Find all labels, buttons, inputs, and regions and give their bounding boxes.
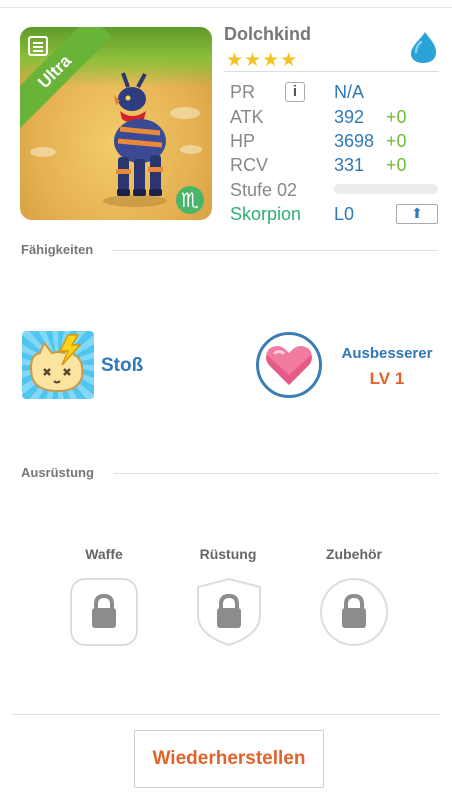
stat-label: RCV bbox=[230, 155, 269, 175]
star-rating: ★★★★ bbox=[226, 49, 299, 71]
stat-label: ATK bbox=[230, 107, 264, 127]
stat-label: PR bbox=[230, 82, 256, 102]
stone-decoration bbox=[180, 145, 202, 154]
up-arrow-icon: ⬆ bbox=[411, 206, 423, 222]
section-divider bbox=[112, 250, 438, 251]
monster-sprite bbox=[103, 72, 167, 207]
active-skill-icon[interactable] bbox=[22, 331, 94, 399]
stat-bonus: +0 bbox=[386, 107, 407, 127]
section-divider bbox=[114, 473, 438, 474]
stat-label: HP bbox=[230, 131, 256, 151]
equipment-section-title: Ausrüstung bbox=[21, 465, 94, 480]
zodiac-level: L0 bbox=[334, 204, 355, 224]
stat-value: 331 bbox=[334, 155, 365, 175]
monster-portrait[interactable]: Ultra ♏ bbox=[20, 27, 212, 220]
footer-divider bbox=[12, 714, 440, 715]
accessory-slot-label: Zubehör bbox=[326, 546, 382, 562]
leader-skill-name[interactable]: Ausbesserer bbox=[335, 345, 439, 362]
armor-slot-label: Rüstung bbox=[199, 546, 257, 562]
armor-slot[interactable] bbox=[194, 577, 264, 647]
stat-value: 392 bbox=[334, 107, 365, 127]
document-icon bbox=[28, 36, 48, 56]
weapon-slot[interactable] bbox=[69, 577, 139, 647]
scorpio-zodiac-icon: ♏ bbox=[176, 186, 204, 214]
stat-value: 3698 bbox=[334, 131, 375, 151]
accessory-slot[interactable] bbox=[319, 577, 389, 647]
heart-icon bbox=[266, 346, 312, 385]
stat-bonus: +0 bbox=[386, 155, 407, 175]
level-label: Stufe 02 bbox=[230, 180, 298, 200]
cat-face-lightning-icon bbox=[30, 334, 84, 393]
active-skill-name[interactable]: Stoß bbox=[101, 355, 143, 377]
leader-skill-icon[interactable] bbox=[256, 332, 322, 398]
zodiac-label: Skorpion bbox=[230, 204, 302, 224]
stat-value: N/A bbox=[334, 82, 365, 102]
experience-bar bbox=[334, 184, 438, 194]
stone-decoration bbox=[30, 147, 56, 157]
levelup-button[interactable]: ⬆ bbox=[396, 204, 438, 224]
info-button[interactable]: i bbox=[285, 82, 305, 102]
weapon-slot-label: Waffe bbox=[85, 546, 123, 562]
monster-name: Dolchkind bbox=[224, 24, 312, 44]
skills-section-title: Fähigkeiten bbox=[21, 242, 94, 257]
water-element-icon bbox=[411, 32, 436, 63]
leader-skill-level: LV 1 bbox=[369, 369, 405, 388]
name-divider bbox=[224, 71, 439, 72]
top-divider bbox=[0, 7, 452, 8]
stat-bonus: +0 bbox=[386, 131, 407, 151]
restore-button[interactable]: Wiederherstellen bbox=[134, 730, 324, 788]
